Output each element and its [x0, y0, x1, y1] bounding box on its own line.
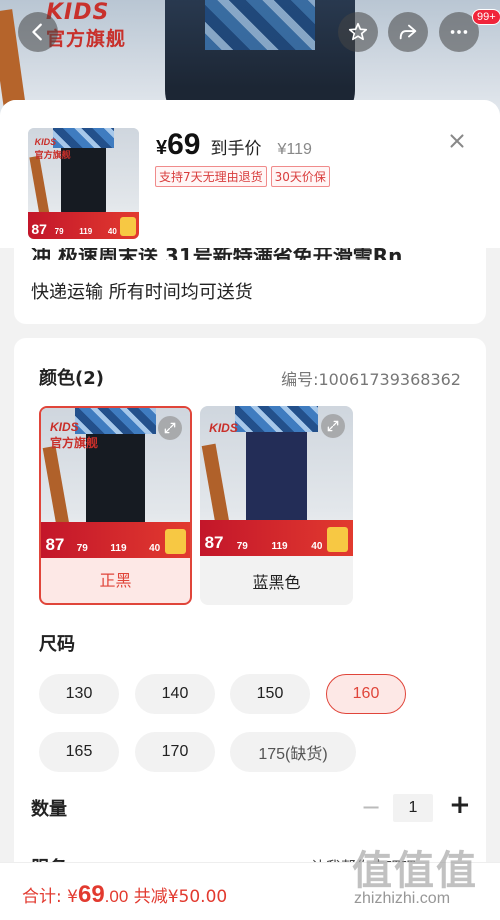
sku-selector-sheet: KIDS 官方旗舰 87 79 119 40 ¥ 69 到手价 ¥119 支持7… — [0, 100, 500, 919]
color-option-black[interactable]: KIDS 官方旗舰 87 79 119 40 正黑 — [39, 406, 192, 605]
cart-count-badge: 99+ — [472, 9, 500, 25]
brand-logo: KIDS — [46, 0, 110, 25]
final-price: 69 — [167, 128, 201, 161]
price-row: ¥ 69 到手价 ¥119 — [156, 128, 312, 162]
shipping-title-clipped: 冲 极速周末送 31号新特满省免开滑雪Rn — [31, 248, 451, 260]
brand-store-name: 官方旗舰 — [46, 28, 127, 50]
total-amount: 69 — [77, 881, 105, 908]
shipping-card: 冲 极速周末送 31号新特满省免开滑雪Rn 快递运输 所有时间均可送货 — [14, 248, 486, 324]
option-brand-logo: KIDS — [209, 421, 238, 435]
close-icon — [450, 134, 464, 148]
service-tags: 支持7天无理由退货 30天价保 — [155, 166, 330, 187]
size-option-160[interactable]: 160 — [326, 674, 406, 714]
expand-icon — [327, 420, 339, 432]
promo-num: 40 — [311, 541, 323, 553]
shipping-info: 快递运输 所有时间均可送货 — [31, 282, 253, 303]
pants-graphic — [53, 128, 115, 217]
option-brand-store: 官方旗舰 — [49, 435, 98, 450]
selected-product-thumbnail[interactable]: KIDS 官方旗舰 87 79 119 40 — [28, 128, 139, 239]
promo-num: 119 — [79, 227, 93, 237]
original-price: ¥119 — [277, 141, 312, 158]
size-option-150[interactable]: 150 — [230, 674, 310, 714]
pants-graphic — [234, 406, 319, 526]
currency-symbol: ¥ — [156, 137, 168, 159]
color-option-navy[interactable]: KIDS 87 79 119 40 蓝黑色 — [200, 406, 353, 605]
promo-banner: 87 79 119 40 — [200, 520, 353, 556]
final-price-label: 到手价 — [210, 139, 262, 159]
price-protect-tag: 30天价保 — [270, 166, 330, 187]
thumb-brand-store: 官方旗舰 — [34, 149, 71, 160]
star-icon — [348, 22, 368, 41]
sku-number: 编号:10061739368362 — [281, 370, 461, 389]
expand-icon — [164, 422, 176, 434]
color-option-label: 正黑 — [99, 571, 132, 590]
return-policy-tag: 支持7天无理由退货 — [155, 166, 267, 187]
promo-num: 40 — [149, 543, 161, 555]
gift-icon — [164, 528, 186, 554]
expand-image-button[interactable] — [158, 416, 182, 440]
back-icon — [32, 23, 42, 41]
quantity-increase-button[interactable]: + — [449, 790, 471, 820]
back-button[interactable] — [18, 12, 58, 52]
promo-num: 79 — [76, 543, 88, 555]
sheet-header: KIDS 官方旗舰 87 79 119 40 ¥ 69 到手价 ¥119 支持7… — [0, 100, 500, 248]
gift-icon — [120, 217, 136, 236]
expand-image-button[interactable] — [321, 414, 345, 438]
quantity-input[interactable]: 1 — [393, 794, 433, 822]
quantity-title: 数量 — [31, 799, 67, 820]
promo-num: 79 — [54, 227, 64, 237]
promo-big-number: 87 — [204, 533, 224, 553]
color-option-image: KIDS 87 79 119 40 — [200, 406, 353, 556]
promo-num: 40 — [107, 227, 117, 237]
product-image: KIDS 官方旗舰 87 79 119 40 — [28, 128, 139, 239]
color-title: 颜色(2) — [39, 368, 104, 389]
size-title: 尺码 — [39, 634, 75, 655]
promo-num: 79 — [236, 541, 248, 553]
option-brand-logo: KIDS — [49, 420, 79, 434]
color-option-image: KIDS 官方旗舰 87 79 119 40 — [41, 408, 190, 558]
selection-card: 颜色(2) 编号:10061739368362 KIDS 官方旗舰 87 79 … — [14, 338, 486, 919]
total-discount: 共减¥50.00 — [133, 887, 228, 907]
total-currency: ¥ — [67, 887, 78, 907]
share-button[interactable] — [388, 12, 428, 52]
size-option-170[interactable]: 170 — [135, 732, 215, 772]
quantity-decrease-button[interactable]: − — [361, 793, 381, 821]
shipping-title: 冲 极速周末送 31号新特满省免开滑雪Rn — [31, 248, 403, 260]
more-icon — [450, 30, 468, 34]
favorite-button[interactable] — [338, 12, 378, 52]
promo-num: 119 — [271, 541, 288, 553]
thumb-brand-logo: KIDS — [34, 136, 57, 147]
total-label: 合计: — [22, 887, 62, 907]
gift-icon — [327, 526, 349, 552]
promo-banner: 87 79 119 40 — [28, 212, 139, 239]
promo-big-number: 87 — [45, 535, 65, 555]
size-option-175-out-of-stock[interactable]: 175(缺货) — [230, 732, 356, 772]
share-icon — [399, 24, 417, 40]
total-amount-decimal: .00 — [104, 887, 129, 906]
promo-banner: 87 79 119 40 — [41, 522, 190, 558]
promo-numbers: 79 119 40 — [55, 227, 117, 236]
order-summary-bar: 合计: ¥69.00 共减¥50.00 — [0, 862, 500, 920]
promo-num: 119 — [110, 543, 127, 555]
promo-numbers: 79 119 40 — [77, 543, 160, 554]
total-summary: 合计: ¥69.00 共减¥50.00 — [22, 881, 227, 909]
promo-big-number: 87 — [31, 220, 47, 237]
pants-graphic — [75, 408, 156, 528]
size-option-130[interactable]: 130 — [39, 674, 119, 714]
quantity-row: 数量 − 1 + — [31, 790, 471, 823]
promo-numbers: 79 119 40 — [237, 541, 323, 552]
color-option-label: 蓝黑色 — [252, 573, 301, 592]
size-option-165[interactable]: 165 — [39, 732, 119, 772]
close-button[interactable] — [446, 130, 468, 156]
size-option-140[interactable]: 140 — [135, 674, 215, 714]
